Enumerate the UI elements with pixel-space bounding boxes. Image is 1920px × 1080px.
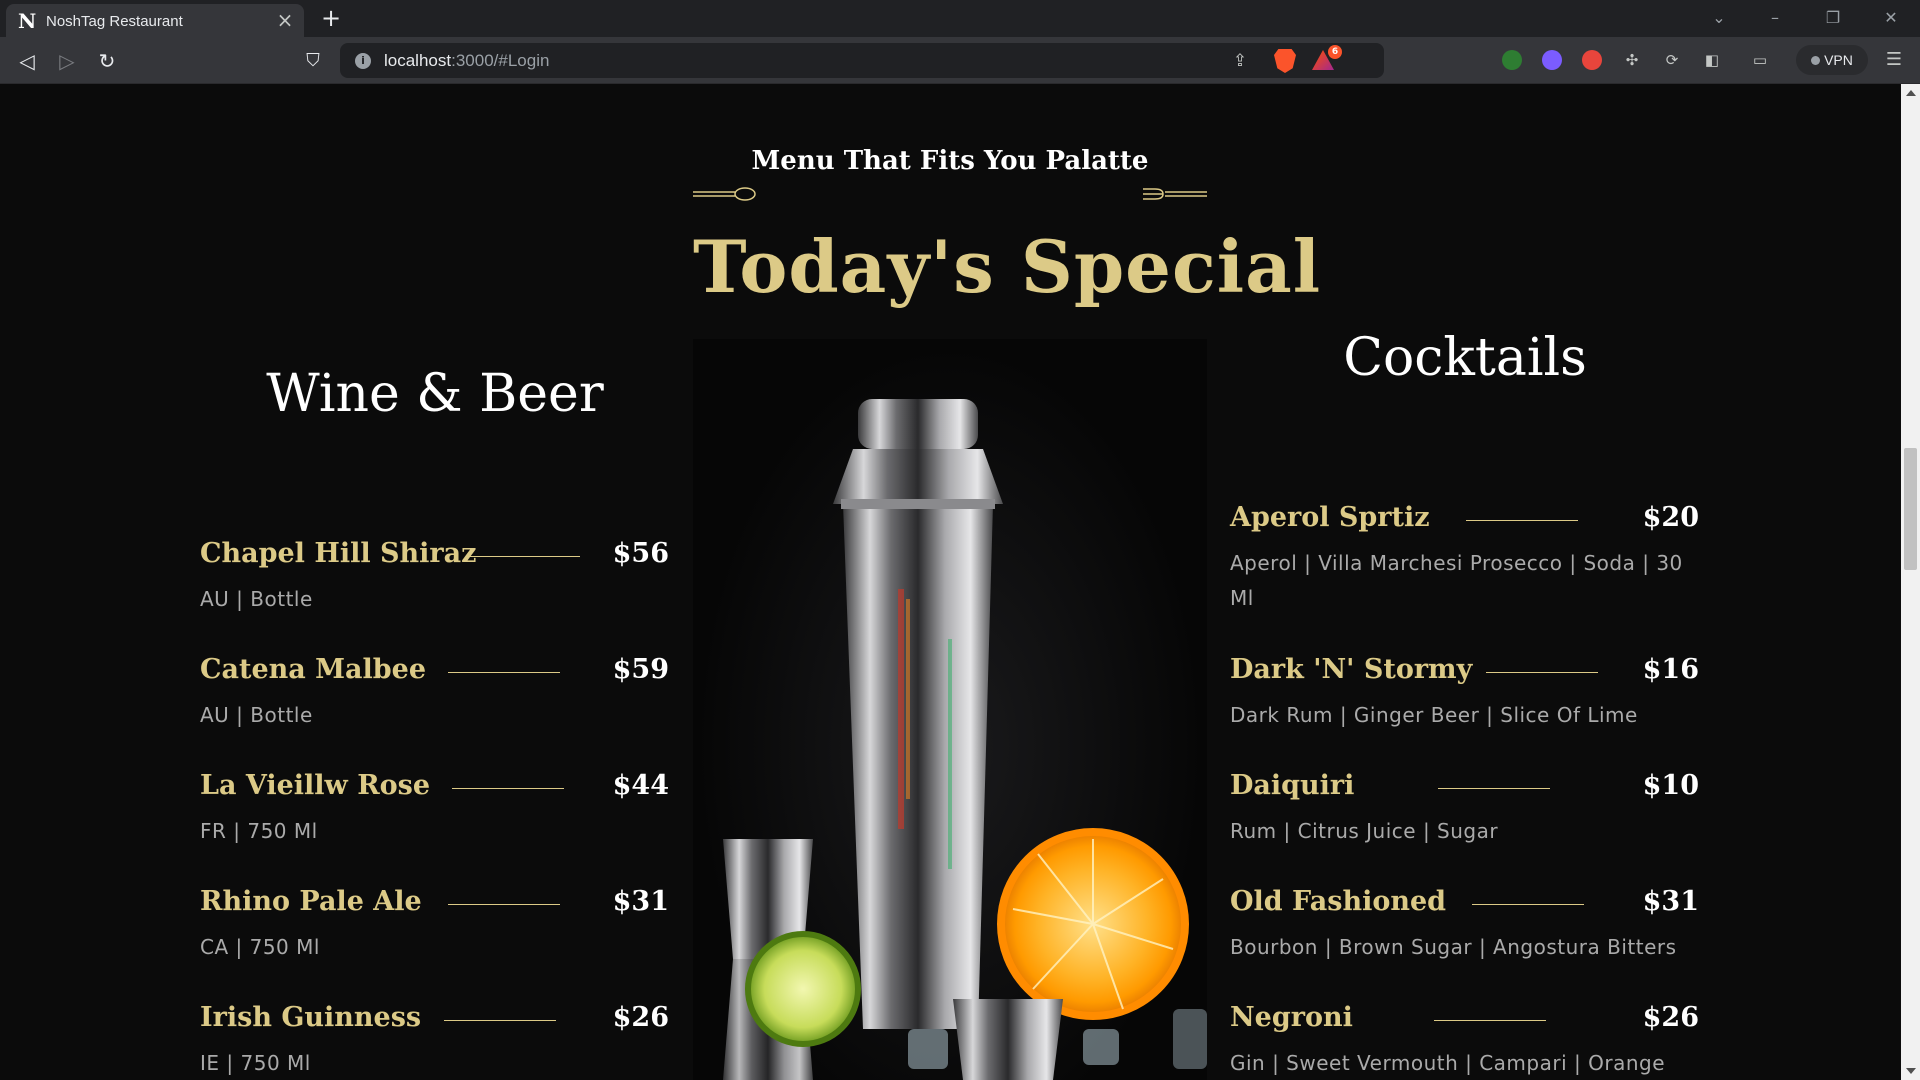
site-info-icon[interactable]: i [355, 53, 371, 69]
extension-sync-icon[interactable]: ⟳ [1662, 50, 1682, 70]
extensions-puzzle-icon[interactable]: ✣ [1622, 50, 1642, 70]
vpn-button[interactable]: VPN [1796, 45, 1868, 75]
tab-active[interactable]: N NoshTag Restaurant × [6, 4, 304, 37]
item-description: FR | 750 Ml [200, 819, 318, 843]
bookmark-icon[interactable]: ⛉ [300, 48, 326, 74]
item-description: AU | Bottle [200, 703, 313, 727]
item-divider [468, 556, 580, 557]
item-name: Rhino Pale Ale [200, 886, 422, 917]
reload-button[interactable]: ↻ [94, 48, 120, 74]
scroll-thumb[interactable] [1904, 448, 1917, 570]
scroll-up-icon[interactable] [1906, 90, 1916, 96]
item-name: Dark 'N' Stormy [1230, 654, 1473, 685]
item-description: Gin | Sweet Vermouth | Campari | Orange [1230, 1051, 1665, 1075]
item-price: $31 [612, 886, 669, 917]
item-name: Negroni [1230, 1002, 1353, 1033]
item-divider [1438, 788, 1550, 789]
wallet-icon[interactable]: ▭ [1750, 50, 1770, 70]
item-divider [448, 672, 560, 673]
item-name: Old Fashioned [1230, 886, 1447, 917]
page-scrollbar[interactable] [1901, 84, 1920, 1080]
sidebar-toggle-icon[interactable]: ◧ [1702, 50, 1722, 70]
tab-close-icon[interactable]: × [274, 9, 296, 31]
item-price: $31 [1642, 886, 1699, 917]
item-price: $10 [1642, 770, 1699, 801]
menu-subtitle: Menu That Fits You Palatte [751, 146, 1149, 176]
vpn-status-icon [1811, 56, 1821, 65]
tab-favicon-icon: N [18, 9, 37, 33]
todays-special-title: Today's Special [693, 224, 1322, 309]
item-description: Rum | Citrus Juice | Sugar [1230, 819, 1499, 843]
tab-strip: N NoshTag Restaurant × + ⌄ – ❐ ✕ [0, 0, 1920, 37]
spoon-left-icon [693, 187, 756, 201]
back-button[interactable]: ◁ [14, 48, 40, 74]
menu-section: Menu That Fits You Palatte Today's Speci… [0, 84, 1901, 1080]
item-price: $16 [1642, 654, 1699, 685]
extension-fire-icon[interactable] [1582, 50, 1602, 70]
shaker-illustration [723, 399, 1207, 1080]
item-divider [1486, 672, 1598, 673]
item-divider [1466, 520, 1578, 521]
rewards-badge: 6 [1328, 45, 1342, 59]
item-description: Dark Rum | Ginger Beer | Slice Of Lime [1230, 703, 1638, 727]
url-host: localhost [384, 51, 452, 70]
fork-right-icon [1143, 188, 1207, 200]
item-price: $20 [1642, 502, 1699, 533]
vpn-label: VPN [1824, 52, 1853, 68]
item-price: $26 [1642, 1002, 1699, 1033]
tab-title: NoshTag Restaurant [46, 13, 183, 30]
forward-button[interactable]: ▷ [54, 48, 80, 74]
close-window-button[interactable]: ✕ [1876, 6, 1906, 30]
tab-search-chevron-icon[interactable]: ⌄ [1704, 6, 1734, 30]
item-description: Aperol | Villa Marchesi Prosecco | Soda … [1230, 551, 1683, 610]
url-path: :3000/#Login [451, 51, 550, 70]
item-name: Irish Guinness [200, 1002, 422, 1033]
item-price: $26 [612, 1002, 669, 1033]
item-name: La Vieillw Rose [200, 770, 431, 801]
share-icon[interactable]: ⇪ [1228, 49, 1252, 73]
scroll-down-icon[interactable] [1906, 1068, 1916, 1074]
item-description: CA | 750 Ml [200, 935, 320, 959]
item-divider [448, 904, 560, 905]
extension-globe-icon[interactable] [1502, 50, 1522, 70]
cocktails-heading: Cocktails [1343, 328, 1587, 388]
item-name: Chapel Hill Shiraz [200, 538, 477, 569]
item-divider [444, 1020, 556, 1021]
cocktail-shaker-image [693, 339, 1207, 1080]
menu-hamburger-icon[interactable]: ☰ [1884, 50, 1904, 70]
item-description: IE | 750 Ml [200, 1051, 311, 1075]
item-name: Aperol Sprtiz [1230, 502, 1430, 533]
extension-pen-icon[interactable] [1542, 50, 1562, 70]
item-divider [452, 788, 564, 789]
browser-toolbar: ◁ ▷ ↻ ⛉ i localhost:3000/#Login ⇪ 6 ✣ ⟳ … [0, 37, 1920, 84]
item-name: Catena Malbee [200, 654, 427, 685]
item-price: $44 [612, 770, 669, 801]
brave-shields-icon[interactable] [1274, 49, 1296, 73]
item-price: $59 [612, 654, 669, 685]
wine-beer-heading: Wine & Beer [266, 364, 604, 424]
new-tab-button[interactable]: + [318, 5, 344, 31]
item-name: Daiquiri [1230, 770, 1355, 801]
item-description: Bourbon | Brown Sugar | Angostura Bitter… [1230, 935, 1677, 959]
item-divider [1434, 1020, 1546, 1021]
item-description: AU | Bottle [200, 587, 313, 611]
url-text[interactable]: localhost:3000/#Login [384, 51, 549, 71]
item-price: $56 [612, 538, 669, 569]
minimize-button[interactable]: – [1760, 6, 1790, 30]
restore-button[interactable]: ❐ [1818, 6, 1848, 30]
item-divider [1472, 904, 1584, 905]
address-bar[interactable]: i localhost:3000/#Login ⇪ 6 [340, 43, 1384, 78]
